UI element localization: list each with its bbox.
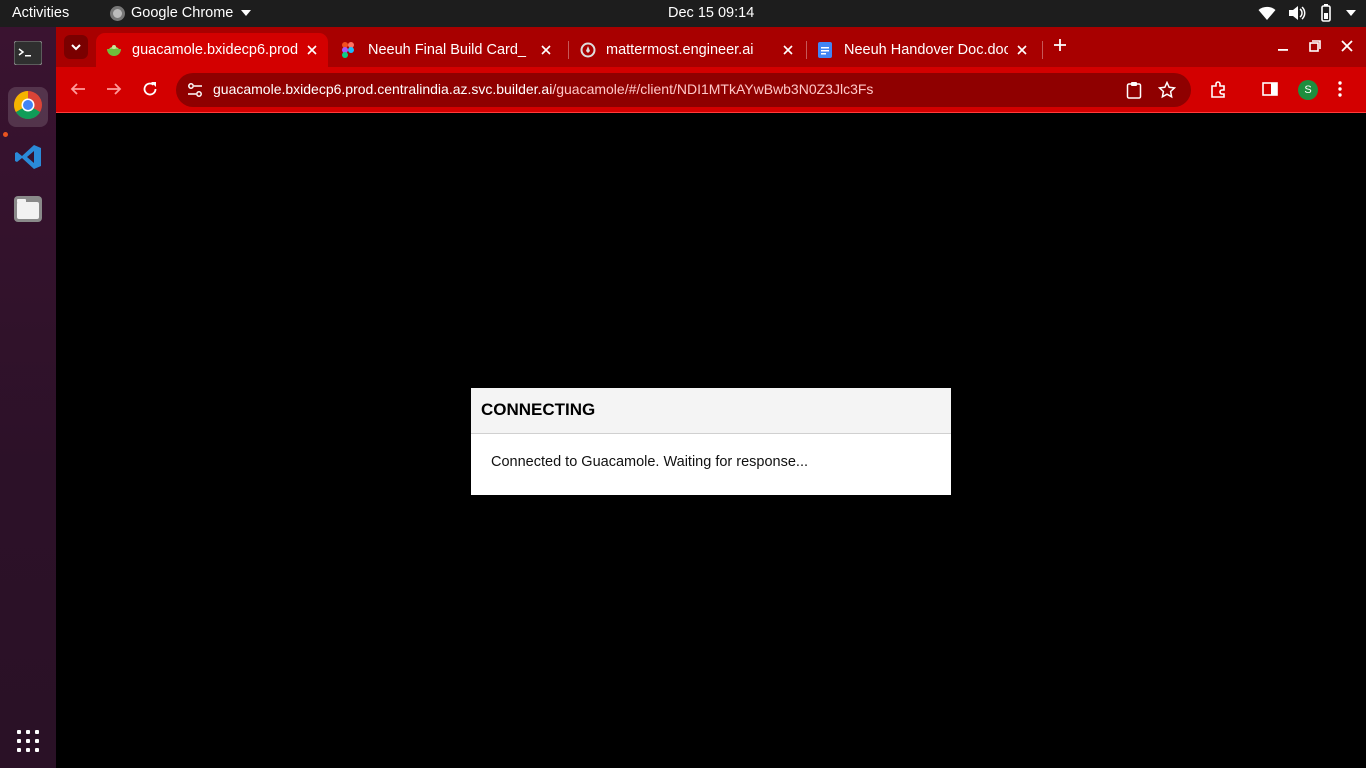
tab-separator <box>806 41 807 59</box>
chrome-app-icon <box>110 5 125 21</box>
tab-mattermost[interactable]: mattermost.engineer.ai <box>570 33 804 67</box>
dialog-title: CONNECTING <box>471 388 951 434</box>
dock <box>0 27 56 768</box>
volume-icon <box>1288 5 1306 21</box>
profile-avatar[interactable]: S <box>1298 80 1318 100</box>
tab-title: guacamole.bxidecp6.prod.centralindia <box>132 42 298 58</box>
tab-strip: guacamole.bxidecp6.prod.centralindia Nee… <box>56 27 1366 67</box>
docs-icon <box>818 42 834 58</box>
tab-title: Neeuh Final Build Card_ <box>368 42 526 58</box>
bookmark-star-icon[interactable] <box>1157 80 1177 104</box>
tab-docs[interactable]: Neeuh Handover Doc.docx <box>808 33 1038 67</box>
close-tab-icon[interactable] <box>780 42 796 58</box>
close-tab-icon[interactable] <box>1014 42 1030 58</box>
running-indicator <box>3 132 8 137</box>
new-tab-plus-icon[interactable] <box>1053 38 1067 57</box>
chrome-window: guacamole.bxidecp6.prod.centralindia Nee… <box>56 27 1366 768</box>
browser-toolbar: guacamole.bxidecp6.prod.centralindia.az.… <box>56 67 1366 113</box>
tab-search-button[interactable] <box>64 35 88 59</box>
more-menu-icon[interactable] <box>1338 81 1342 102</box>
figma-icon <box>342 42 358 58</box>
guacamole-icon <box>106 42 122 58</box>
close-tab-icon[interactable] <box>304 42 320 58</box>
files-icon <box>14 195 42 227</box>
tab-guacamole[interactable]: guacamole.bxidecp6.prod.centralindia <box>96 33 328 67</box>
connecting-dialog: CONNECTING Connected to Guacamole. Waiti… <box>471 388 951 495</box>
system-tray[interactable] <box>1258 4 1356 22</box>
terminal-icon <box>13 40 43 70</box>
power-menu-icon <box>1346 9 1356 17</box>
tab-figma[interactable]: Neeuh Final Build Card_ <box>332 33 562 67</box>
dock-terminal[interactable] <box>8 35 48 75</box>
address-bar[interactable]: guacamole.bxidecp6.prod.centralindia.az.… <box>176 73 1191 107</box>
wifi-icon <box>1258 5 1276 21</box>
gnome-top-bar: Activities Google Chrome Dec 15 09:14 <box>0 0 1366 27</box>
url-host: guacamole.bxidecp6.prod.centralindia.az.… <box>213 81 553 97</box>
dock-vscode[interactable] <box>8 139 48 179</box>
tab-separator <box>568 41 569 59</box>
restore-icon[interactable] <box>1309 39 1321 57</box>
chevron-down-icon <box>71 43 81 50</box>
clock[interactable]: Dec 15 09:14 <box>668 5 754 21</box>
back-arrow-icon[interactable] <box>70 81 86 102</box>
app-menu-label: Google Chrome <box>131 5 234 21</box>
apps-grid-icon[interactable] <box>17 730 39 752</box>
chrome-icon <box>13 90 43 125</box>
close-tab-icon[interactable] <box>538 42 554 58</box>
tab-title: mattermost.engineer.ai <box>606 42 754 58</box>
url-path: /guacamole/#/client/NDI1MTkAYwBwb3N0Z3Jl… <box>552 81 874 97</box>
site-info-icon[interactable] <box>186 81 204 104</box>
side-panel-icon[interactable] <box>1262 81 1278 102</box>
vscode-icon <box>14 143 42 176</box>
dock-files[interactable] <box>8 191 48 231</box>
forward-arrow-icon[interactable] <box>106 81 122 102</box>
battery-icon <box>1318 4 1334 22</box>
page-content: CONNECTING Connected to Guacamole. Waiti… <box>56 114 1366 768</box>
url-text: guacamole.bxidecp6.prod.centralindia.az.… <box>213 81 873 97</box>
dock-chrome[interactable] <box>8 87 48 127</box>
caret-down-icon <box>241 10 252 16</box>
app-menu[interactable]: Google Chrome <box>110 5 252 21</box>
reload-icon[interactable] <box>142 81 158 102</box>
minimize-icon[interactable] <box>1277 39 1289 57</box>
close-window-icon[interactable] <box>1341 39 1353 57</box>
dialog-message: Connected to Guacamole. Waiting for resp… <box>491 454 809 470</box>
mattermost-icon <box>580 42 596 58</box>
tab-title: Neeuh Handover Doc.docx <box>844 42 1008 58</box>
activities-button[interactable]: Activities <box>12 5 69 21</box>
clipboard-icon[interactable] <box>1126 81 1142 104</box>
tab-separator <box>1042 41 1043 59</box>
extensions-puzzle-icon[interactable] <box>1209 81 1227 104</box>
